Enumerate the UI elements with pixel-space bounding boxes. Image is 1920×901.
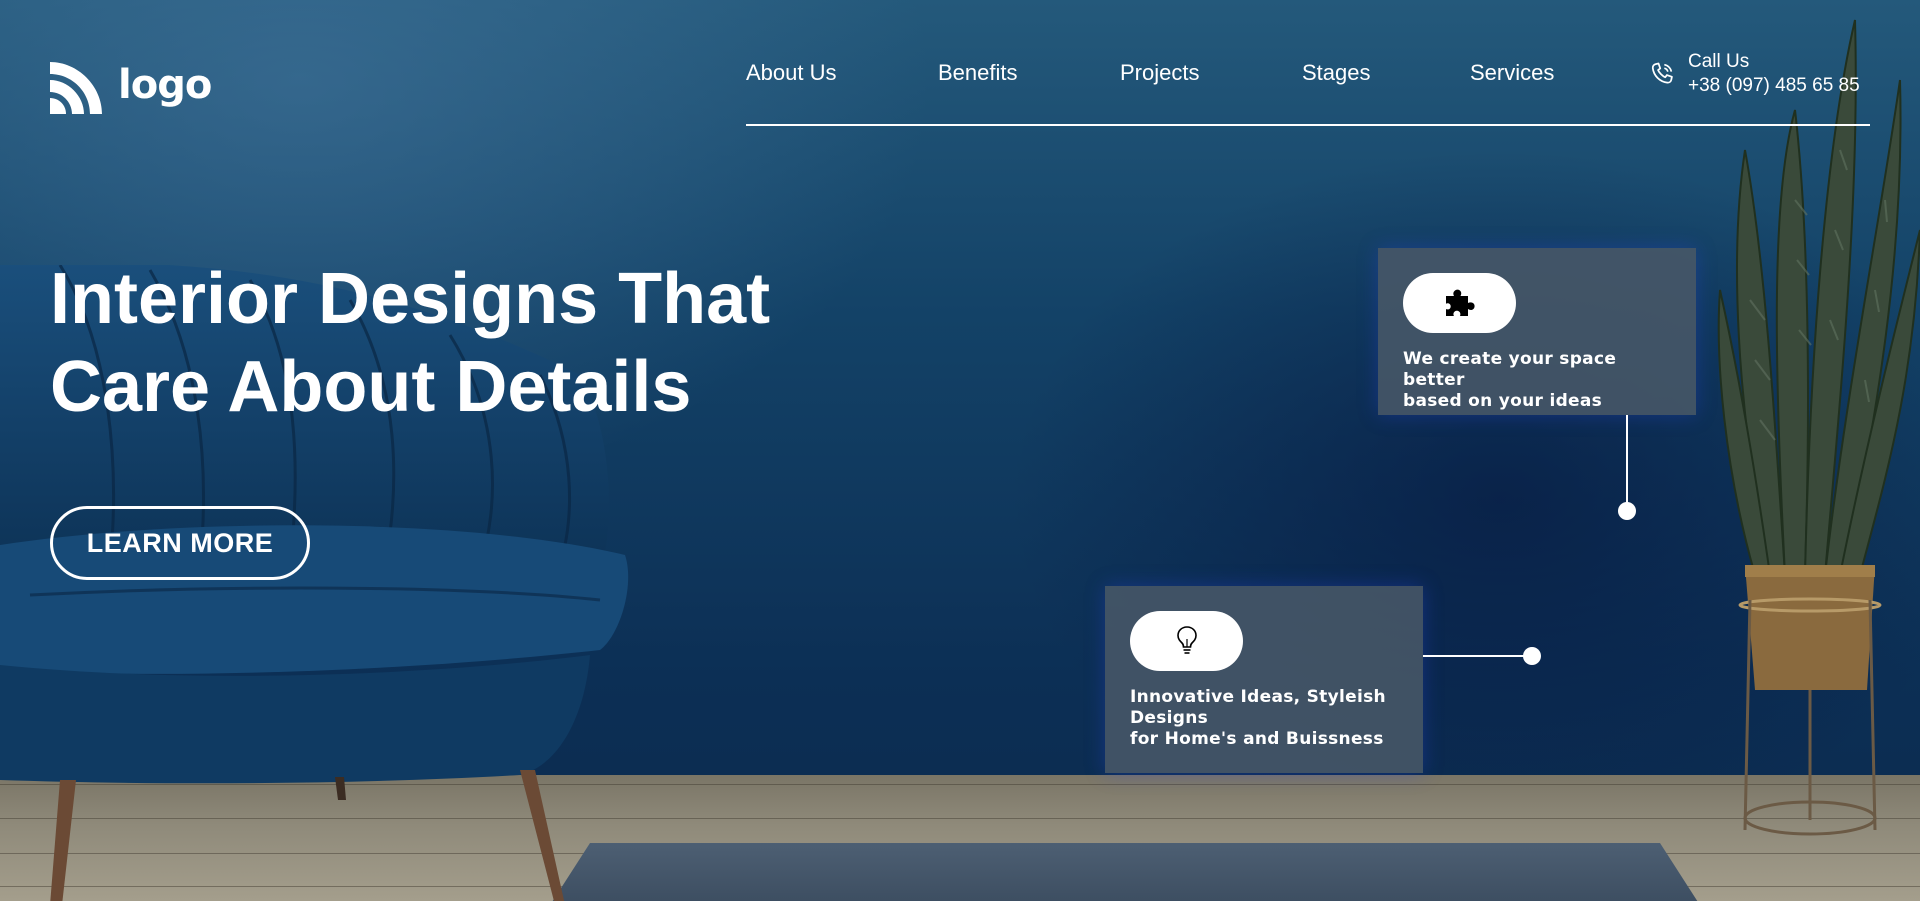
main-nav: About Us Benefits Projects Stages Servic… xyxy=(746,60,1554,86)
plant-image xyxy=(1717,19,1920,836)
nav-divider xyxy=(746,124,1870,126)
call-us[interactable]: Call Us +38 (097) 485 65 85 xyxy=(1648,50,1860,98)
nav-services[interactable]: Services xyxy=(1470,60,1554,86)
feature-icon-badge xyxy=(1403,273,1516,333)
connector-dot xyxy=(1523,647,1541,665)
nav-benefits[interactable]: Benefits xyxy=(938,60,1120,86)
feature-card-ideas: We create your space better based on you… xyxy=(1378,248,1696,415)
hero-title: Interior Designs That Care About Details xyxy=(50,255,810,431)
feature-card-text: We create your space better based on you… xyxy=(1403,349,1617,411)
connector-line xyxy=(1626,415,1628,503)
nav-about-us[interactable]: About Us xyxy=(746,60,938,86)
puzzle-icon xyxy=(1445,289,1475,316)
phone-icon xyxy=(1651,62,1673,84)
call-label: Call Us xyxy=(1688,51,1750,72)
feature-icon-badge xyxy=(1130,611,1243,671)
nav-stages[interactable]: Stages xyxy=(1302,60,1470,86)
hero-section: logo About Us Benefits Projects Stages S… xyxy=(0,0,1920,901)
hero-title-line2: Care About Details xyxy=(50,347,692,427)
logo-text: logo xyxy=(118,62,212,108)
feature-card-innovative: Innovative Ideas, Styleish Designs for H… xyxy=(1105,586,1423,773)
lightbulb-icon xyxy=(1176,626,1197,654)
nav-projects[interactable]: Projects xyxy=(1120,60,1302,86)
learn-more-button[interactable]: LEARN MORE xyxy=(50,506,310,580)
hero-title-line1: Interior Designs That xyxy=(50,259,771,339)
connector-dot xyxy=(1618,502,1636,520)
connector-line xyxy=(1423,655,1531,657)
rug xyxy=(545,843,1705,901)
feature-card-text: Innovative Ideas, Styleish Designs for H… xyxy=(1130,687,1386,749)
phone-number[interactable]: +38 (097) 485 65 85 xyxy=(1688,74,1860,98)
logo-mark-icon xyxy=(50,62,102,114)
logo[interactable]: logo xyxy=(50,62,212,114)
